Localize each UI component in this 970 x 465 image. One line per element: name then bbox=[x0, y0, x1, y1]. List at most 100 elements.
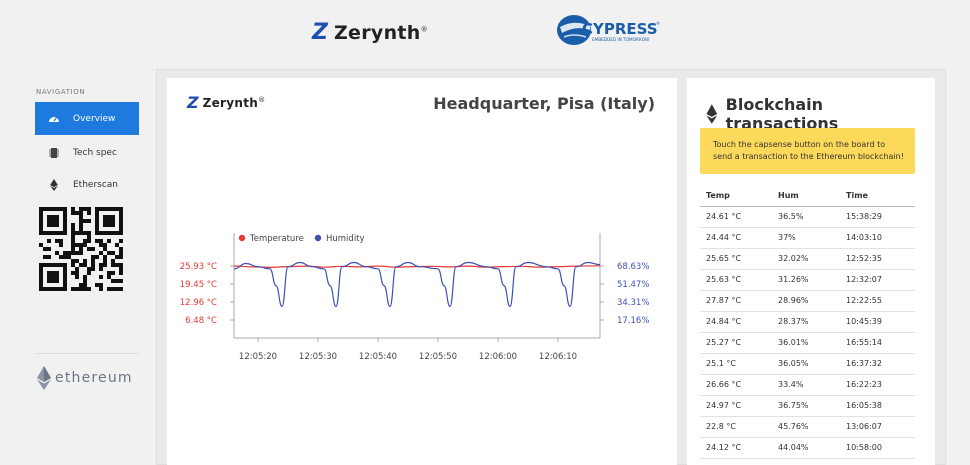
table-row: 25.63 °C 31.26% 12:32:07 bbox=[700, 269, 915, 291]
qr-code bbox=[39, 207, 123, 291]
cell-hum: 37% bbox=[772, 227, 840, 249]
sidebar-item-tech-spec[interactable]: Tech spec bbox=[35, 136, 139, 169]
chip-icon bbox=[48, 147, 60, 159]
table-row: 25.65 °C 32.02% 12:52:35 bbox=[700, 248, 915, 270]
table-header-row: Temp Hum Time bbox=[700, 185, 915, 207]
column-header-hum: Hum bbox=[772, 185, 840, 207]
ethereum-diamond-icon bbox=[37, 366, 51, 390]
sidebar: NAVIGATION Overview Tech spec Etherscan … bbox=[0, 70, 150, 465]
cell-temp: 24.12 °C bbox=[700, 437, 772, 459]
cell-time: 10:45:39 bbox=[840, 311, 915, 333]
x-tick-label: 12:05:20 bbox=[239, 352, 277, 362]
table-row: 24.61 °C 36.5% 15:38:29 bbox=[700, 206, 915, 228]
ethereum-icon bbox=[706, 104, 718, 124]
cell-time: 16:37:32 bbox=[840, 353, 915, 375]
sidebar-item-label: Overview bbox=[73, 113, 116, 124]
gauge-icon bbox=[48, 113, 60, 125]
cell-time: 12:22:55 bbox=[840, 290, 915, 312]
legend-marker-temperature bbox=[238, 234, 246, 242]
cell-time: 13:06:07 bbox=[840, 416, 915, 438]
table-row: 27.87 °C 28.96% 12:22:55 bbox=[700, 290, 915, 312]
cypress-logo-text: CYPRESS bbox=[582, 20, 658, 38]
table-row: 24.12 °C 44.04% 10:58:00 bbox=[700, 437, 915, 459]
x-tick-label: 12:05:30 bbox=[299, 352, 337, 362]
cell-hum: 45.76% bbox=[772, 416, 840, 438]
column-header-time: Time bbox=[840, 185, 915, 207]
sidebar-item-label: Tech spec bbox=[73, 147, 117, 158]
cell-hum: 36.75% bbox=[772, 395, 840, 417]
cell-time: 15:38:29 bbox=[840, 206, 915, 228]
zerynth-logo-text: Zerynth bbox=[333, 22, 421, 44]
sensor-line-chart: Temperature Humidity 25.93 °C 19.45 °C 12.9… bbox=[180, 233, 650, 362]
sidebar-item-etherscan[interactable]: Etherscan bbox=[35, 168, 139, 201]
cell-time: 16:05:38 bbox=[840, 395, 915, 417]
cell-hum: 32.02% bbox=[772, 248, 840, 270]
y-right-tick-label: 17.16% bbox=[617, 316, 649, 326]
cell-time: 12:52:35 bbox=[840, 248, 915, 270]
cell-temp: 26.66 °C bbox=[700, 374, 772, 396]
zerynth-logo: Z Zerynth® bbox=[312, 20, 428, 45]
y-right-tick-label: 51.47% bbox=[617, 280, 649, 290]
cell-hum: 31.26% bbox=[772, 269, 840, 291]
cypress-tagline: EMBEDDED IN TOMORROW bbox=[592, 37, 649, 42]
series-line-humidity bbox=[233, 261, 601, 308]
zerynth-mark-icon: Z bbox=[312, 20, 328, 45]
cell-hum: 44.04% bbox=[772, 437, 840, 459]
cell-time: 14:03:10 bbox=[840, 227, 915, 249]
zerynth-reg-mark: ® bbox=[420, 25, 428, 34]
chart-ticks: 25.93 °C 19.45 °C 12.96 °C 6.48 °C 68.63% 51.… bbox=[180, 262, 650, 362]
y-right-tick-label: 68.63% bbox=[617, 262, 649, 272]
cell-time: 10:58:00 bbox=[840, 437, 915, 459]
transactions-table: Temp Hum Time 24.61 °C 36.5% 15:38:29 24.44… bbox=[700, 185, 915, 459]
cypress-logo: CYPRESS ® EMBEDDED IN TOMORROW bbox=[557, 15, 660, 45]
table-row: 24.97 °C 36.75% 16:05:38 bbox=[700, 395, 915, 417]
x-tick-label: 12:05:50 bbox=[419, 352, 457, 362]
legend-label-temperature: Temperature bbox=[249, 234, 304, 244]
sidebar-item-label: Etherscan bbox=[73, 179, 119, 190]
ethereum-icon bbox=[48, 178, 60, 191]
legend-label-humidity: Humidity bbox=[326, 234, 365, 244]
cell-temp: 27.87 °C bbox=[700, 290, 772, 312]
cell-temp: 25.63 °C bbox=[700, 269, 772, 291]
cell-time: 12:32:07 bbox=[840, 269, 915, 291]
y-left-tick-label: 12.96 °C bbox=[180, 298, 217, 308]
column-header-temp: Temp bbox=[700, 185, 772, 207]
chart-axes bbox=[233, 233, 601, 339]
cell-hum: 28.37% bbox=[772, 311, 840, 333]
cell-temp: 22.8 °C bbox=[700, 416, 772, 438]
chart-legend: Temperature Humidity bbox=[238, 234, 365, 244]
table-row: 25.27 °C 36.01% 16:55:14 bbox=[700, 332, 915, 354]
x-tick-label: 12:06:10 bbox=[539, 352, 577, 362]
table-row: 24.44 °C 37% 14:03:10 bbox=[700, 227, 915, 249]
legend-marker-humidity bbox=[314, 234, 322, 242]
cell-temp: 25.1 °C bbox=[700, 353, 772, 375]
cell-temp: 25.65 °C bbox=[700, 248, 772, 270]
cell-hum: 36.05% bbox=[772, 353, 840, 375]
cell-temp: 24.61 °C bbox=[700, 206, 772, 228]
cell-hum: 33.4% bbox=[772, 374, 840, 396]
cypress-reg-mark: ® bbox=[656, 21, 660, 26]
y-right-tick-label: 34.31% bbox=[617, 298, 649, 308]
sidebar-item-overview[interactable]: Overview bbox=[35, 102, 139, 135]
chart-panel: Z Zerynth® Headquarter, Pisa (Italy) Tem… bbox=[167, 78, 677, 465]
nav-title: NAVIGATION bbox=[36, 88, 86, 96]
ethereum-logo-text: ethereum bbox=[55, 370, 133, 386]
x-tick-label: 12:06:00 bbox=[479, 352, 517, 362]
ethereum-logo: ethereum bbox=[36, 366, 133, 390]
table-row: 26.66 °C 33.4% 16:22:23 bbox=[700, 374, 915, 396]
chart-lines bbox=[233, 261, 601, 308]
cell-hum: 36.5% bbox=[772, 206, 840, 228]
transactions-panel: Blockchain transactions Touch the capsen… bbox=[687, 78, 935, 465]
cell-time: 16:22:23 bbox=[840, 374, 915, 396]
cell-hum: 36.01% bbox=[772, 332, 840, 354]
y-left-tick-label: 6.48 °C bbox=[185, 316, 217, 326]
cell-temp: 24.44 °C bbox=[700, 227, 772, 249]
cell-time: 16:55:14 bbox=[840, 332, 915, 354]
sidebar-divider bbox=[35, 353, 139, 354]
x-tick-label: 12:05:40 bbox=[359, 352, 397, 362]
cell-temp: 24.84 °C bbox=[700, 311, 772, 333]
y-left-tick-label: 25.93 °C bbox=[180, 262, 217, 272]
table-row: 24.84 °C 28.37% 10:45:39 bbox=[700, 311, 915, 333]
cell-temp: 24.97 °C bbox=[700, 395, 772, 417]
cell-temp: 25.27 °C bbox=[700, 332, 772, 354]
